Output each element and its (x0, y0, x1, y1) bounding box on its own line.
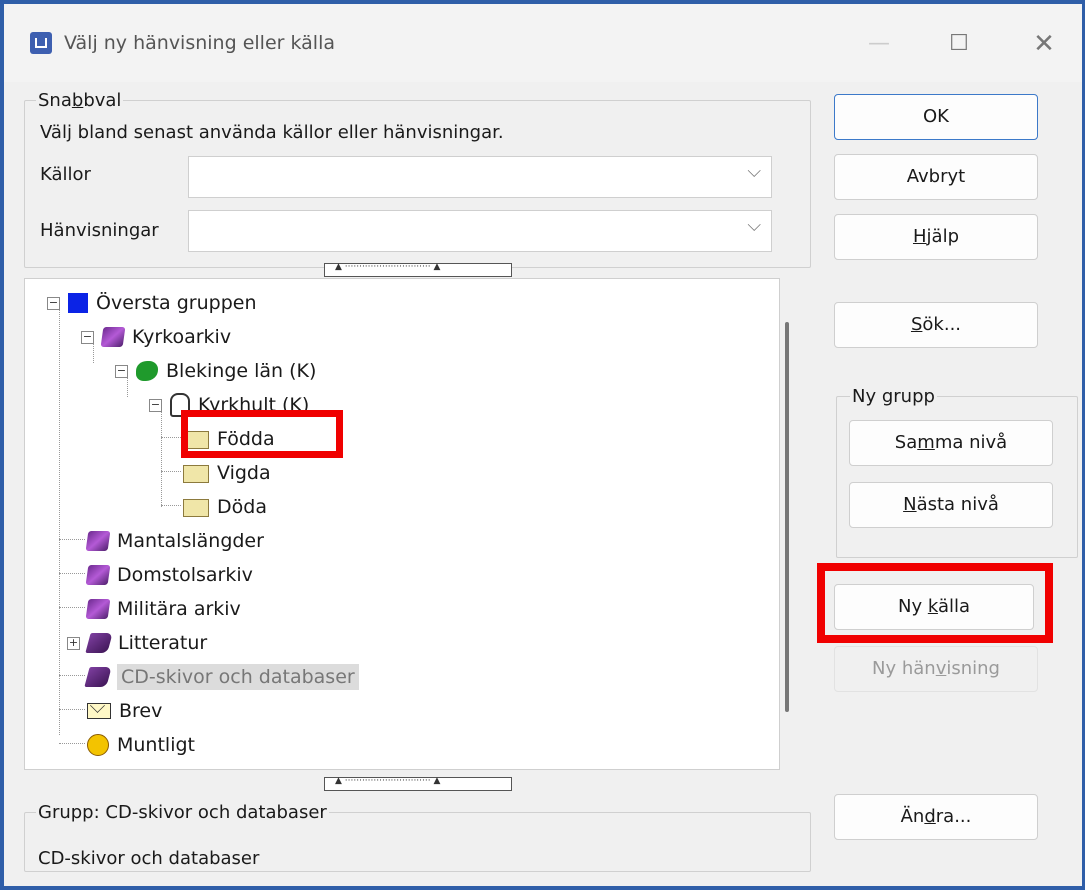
quick-select-legend: Snabbval (36, 90, 124, 111)
quick-select-description: Välj bland senast använda källor eller h… (40, 122, 504, 143)
minimize-icon: — (868, 31, 890, 56)
references-combobox[interactable]: ⌵ (188, 210, 772, 252)
sources-label: Källor (40, 164, 91, 185)
tree-item[interactable]: Militära arkiv (85, 594, 241, 624)
tree-item-label: Översta gruppen (96, 292, 257, 314)
cancel-button[interactable]: Avbryt (834, 154, 1038, 200)
folder-icon (183, 499, 209, 517)
tree-item[interactable]: Domstolsarkiv (85, 560, 253, 590)
envelope-icon (87, 703, 111, 719)
new-reference-button[interactable]: Ny hänvisning (834, 646, 1038, 692)
tree-item-label: Brev (119, 700, 163, 722)
tree-item-label: Vigda (217, 462, 271, 484)
book-icon (84, 667, 112, 687)
dialog-window: Välj ny hänvisning eller källa — ☐ ✕ Sna… (4, 4, 1082, 886)
window-title: Välj ny hänvisning eller källa (64, 32, 336, 54)
help-button[interactable]: Hjälp (834, 214, 1038, 260)
tree-item[interactable]: Döda (183, 492, 267, 522)
new-group-legend: Ny grupp (850, 386, 937, 407)
maximize-icon[interactable]: ☐ (929, 22, 989, 66)
status-text: CD-skivor och databaser (38, 848, 260, 869)
folder-icon (183, 465, 209, 483)
ok-button[interactable]: OK (834, 94, 1038, 140)
tree-item[interactable]: + Litteratur (67, 628, 207, 658)
books-icon (85, 531, 111, 551)
app-icon (30, 32, 52, 54)
tree-item[interactable]: − Blekinge län (K) (115, 356, 316, 386)
chevron-down-icon[interactable]: ⌵ (747, 215, 761, 236)
book-icon (85, 633, 113, 653)
tree-item[interactable]: − Kyrkoarkiv (81, 322, 231, 352)
tree-item-label: Blekinge län (K) (166, 360, 317, 382)
title-bar: Välj ny hänvisning eller källa — ☐ ✕ (4, 4, 1082, 82)
tree-item-label: Domstolsarkiv (117, 564, 253, 586)
books-icon (85, 599, 111, 619)
status-legend: Grupp: CD-skivor och databaser (36, 802, 329, 823)
collapse-icon[interactable]: − (149, 398, 162, 412)
source-tree[interactable]: − Översta gruppen − Kyrkoarkiv − Bleking… (24, 278, 780, 770)
tree-item-label: CD-skivor och databaser (117, 664, 359, 690)
references-label: Hänvisningar (40, 220, 159, 241)
same-level-button[interactable]: Samma nivå (849, 420, 1053, 466)
splitter-handle-top[interactable] (324, 262, 512, 277)
books-icon (85, 565, 111, 585)
left-pane: Snabbval Välj bland senast använda källo… (18, 82, 814, 886)
green-region-icon (136, 361, 158, 381)
highlight-box-fodda (181, 410, 343, 458)
tree-item-label: Militära arkiv (117, 598, 241, 620)
collapse-icon[interactable]: − (81, 330, 94, 344)
collapse-icon[interactable]: − (47, 296, 60, 310)
collapse-icon[interactable]: − (115, 364, 128, 378)
tree-item-label: Litteratur (118, 632, 208, 654)
tree-item-selected[interactable]: CD-skivor och databaser (84, 662, 359, 692)
search-button[interactable]: Sök... (834, 302, 1038, 348)
tree-item[interactable]: Vigda (183, 458, 271, 488)
expand-icon[interactable]: + (67, 636, 80, 650)
tree-scrollbar[interactable] (785, 322, 789, 712)
tree-item[interactable]: Mantalslängder (85, 526, 264, 556)
tree-item[interactable]: Brev (87, 696, 162, 726)
edit-button[interactable]: Ändra... (834, 794, 1038, 840)
tree-item[interactable]: − Översta gruppen (47, 288, 257, 318)
splitter-handle-bottom[interactable] (324, 776, 512, 791)
books-icon (100, 327, 126, 347)
tree-item-label: Döda (217, 496, 267, 518)
next-level-button[interactable]: Nästa nivå (849, 482, 1053, 528)
highlight-box-new-source (817, 563, 1053, 643)
tree-item-label: Kyrkoarkiv (132, 326, 232, 348)
tree-item-label: Mantalslängder (117, 530, 264, 552)
close-icon[interactable]: ✕ (1014, 22, 1074, 66)
blue-square-icon (68, 293, 88, 313)
face-icon (87, 734, 109, 756)
tree-item-label: Muntligt (117, 734, 195, 756)
chevron-down-icon[interactable]: ⌵ (747, 161, 761, 182)
sources-combobox[interactable]: ⌵ (188, 156, 772, 198)
tree-item[interactable]: Muntligt (87, 730, 195, 760)
